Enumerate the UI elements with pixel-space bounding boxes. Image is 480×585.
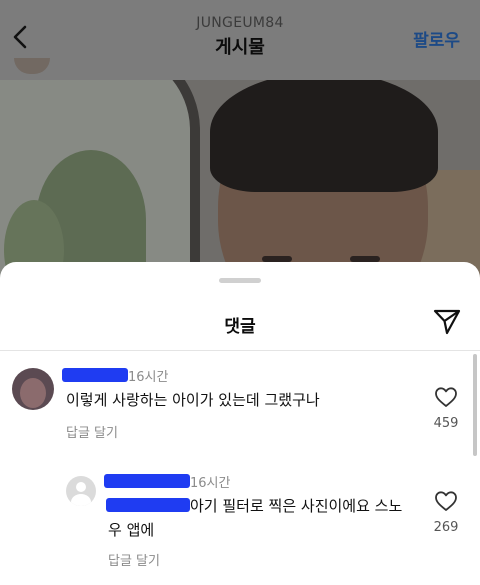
scrollbar[interactable] [473, 354, 477, 456]
comment-item: 16시간 이렇게 사랑하는 아이가 있는데 그랬구나 답글 달기 459 [0, 364, 480, 454]
like-count: 459 [433, 416, 459, 431]
redacted-username [62, 368, 128, 382]
paper-plane-icon [433, 309, 461, 335]
comment-time: 16시간 [128, 370, 169, 385]
redacted-username [104, 474, 190, 488]
reply-button[interactable]: 답글 달기 [66, 422, 118, 441]
post-author-avatar [14, 58, 50, 74]
comments-sheet: 댓글 16시간 이렇게 사랑하는 아이가 있는데 그랬구나 답글 달기 459 … [0, 262, 480, 585]
photo-hair [210, 80, 438, 192]
sheet-divider [0, 350, 480, 351]
comment-reply-item: 16시간 아기 필터로 찍은 사진이에요 스노우 앱에 답글 달기 269 [0, 470, 480, 580]
header-username: JUNGEUM84 [196, 15, 284, 31]
comment-text: 아기 필터로 찍은 사진이에요 스노우 앱에 [108, 497, 403, 539]
sheet-title: 댓글 [224, 317, 256, 337]
like-count: 269 [433, 520, 459, 535]
post-photo [0, 80, 480, 280]
comment-text: 이렇게 사랑하는 아이가 있는데 그랬구나 [66, 391, 320, 409]
post-header: JUNGEUM84 게시물 팔로우 [0, 0, 480, 80]
share-button[interactable] [432, 308, 462, 336]
follow-button[interactable]: 팔로우 [413, 26, 460, 51]
comment-time: 16시간 [190, 476, 231, 491]
reply-button[interactable]: 답글 달기 [108, 550, 160, 569]
default-avatar-icon[interactable] [66, 476, 96, 506]
sheet-drag-handle[interactable] [219, 278, 261, 283]
heart-outline-icon [435, 387, 457, 407]
like-button[interactable] [434, 386, 458, 408]
commenter-avatar[interactable] [12, 368, 54, 410]
page-title: 게시물 [215, 37, 265, 58]
heart-outline-icon [435, 491, 457, 511]
like-button[interactable] [434, 490, 458, 512]
